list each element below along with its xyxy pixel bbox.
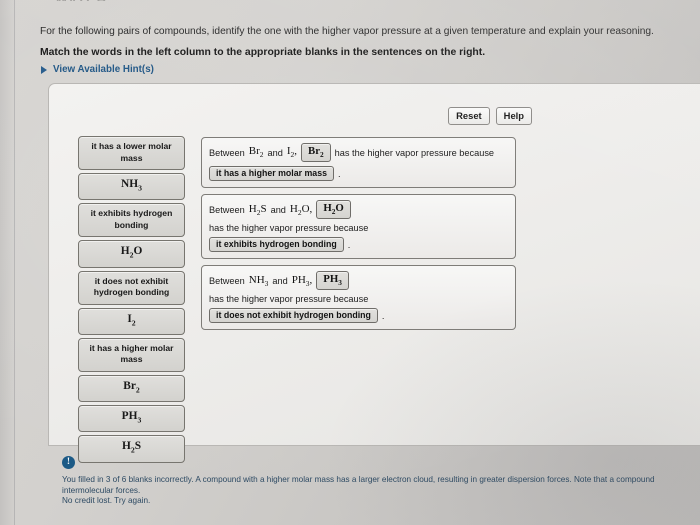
filled-compound-slot[interactable]: Br2 — [301, 143, 331, 163]
help-button[interactable]: Help — [495, 107, 532, 125]
sentence-lead-text: Between — [209, 275, 245, 286]
compound-b-formula: H2O, — [289, 202, 313, 217]
sentence-period: . — [337, 168, 341, 179]
word-bank-tile[interactable]: PH3 — [78, 405, 185, 433]
sentence-row: Between Br2 and I2, Br2 has the higher vapor … — [201, 137, 516, 189]
sentence-middle-text: has the higher vapor pressure because — [334, 147, 495, 158]
question-prompt: For the following pairs of compounds, id… — [40, 26, 654, 37]
word-bank-tile[interactable]: it has a lower molar mass — [78, 136, 185, 170]
filled-compound-slot[interactable]: PH3 — [316, 271, 349, 291]
word-bank-tile[interactable]: Br2 — [78, 374, 185, 403]
sentence-list: Between Br2 and I2, Br2 has the higher vapor … — [201, 137, 516, 331]
feedback-line-1: You filled in 3 of 6 blanks incorrectly.… — [62, 475, 655, 484]
word-bank-tile[interactable]: I2 — [78, 307, 185, 335]
view-hints-toggle[interactable]: View Available Hint(s) — [41, 64, 154, 75]
word-bank-tile[interactable]: H2O — [78, 240, 185, 268]
compound-a-formula: H2S — [248, 202, 267, 217]
sentence-row: Between H2S and H2O, H2O has the higher vapor… — [201, 194, 516, 260]
compound-b-formula: I2, — [286, 145, 297, 160]
word-bank-tile[interactable]: it has a higher molar mass — [78, 337, 185, 372]
feedback-line-3: No credit lost. Try again. — [62, 496, 151, 506]
info-exclamation-icon: ! — [62, 456, 75, 469]
sentence-lead-text: Between — [209, 147, 245, 158]
reset-button[interactable]: Reset — [448, 107, 490, 125]
sentence-middle-text: has the higher vapor pressure because — [209, 223, 369, 234]
panel-toolbar: Reset Help — [448, 107, 532, 125]
compound-a-formula: NH3 — [248, 273, 269, 288]
sentence-row: Between NH3 and PH3, PH3 has the higher vapor… — [201, 265, 516, 331]
sentence-period: . — [381, 310, 385, 321]
feedback-line-2: intermolecular forces. — [62, 485, 141, 495]
compound-b-formula: PH3, — [291, 273, 313, 288]
sentence-conjunction: and — [267, 147, 283, 158]
question-instruction: Match the words in the left column to th… — [40, 47, 486, 58]
sentence-conjunction: and — [272, 275, 288, 286]
exercise-content: For the following pairs of compounds, id… — [0, 0, 700, 525]
word-bank-tile[interactable]: it does not exhibit hydrogen bonding — [78, 270, 185, 305]
feedback-block: ! You filled in 3 of 6 blanks incorrectl… — [62, 456, 700, 507]
sentence-lead-text: Between — [209, 204, 245, 215]
compound-a-formula: Br2 — [248, 145, 264, 160]
chevron-right-icon — [41, 65, 47, 74]
filled-reason-slot[interactable]: it has a higher molar mass — [209, 166, 334, 182]
sentence-middle-text: has the higher vapor pressure because — [209, 294, 369, 305]
filled-compound-slot[interactable]: H2O — [316, 200, 351, 220]
feedback-text: You filled in 3 of 6 blanks incorrectly.… — [62, 475, 700, 507]
filled-reason-slot[interactable]: it does not exhibit hydrogen bonding — [209, 308, 378, 324]
sentence-period: . — [347, 239, 351, 250]
word-bank-tile[interactable]: it exhibits hydrogen bonding — [78, 203, 185, 238]
sentence-conjunction: and — [270, 204, 286, 215]
word-bank: it has a lower molar mass NH3 it exhibits … — [78, 136, 185, 463]
view-hints-label: View Available Hint(s) — [53, 64, 154, 75]
word-bank-tile[interactable]: NH3 — [78, 173, 185, 201]
filled-reason-slot[interactable]: it exhibits hydrogen bonding — [209, 237, 344, 253]
